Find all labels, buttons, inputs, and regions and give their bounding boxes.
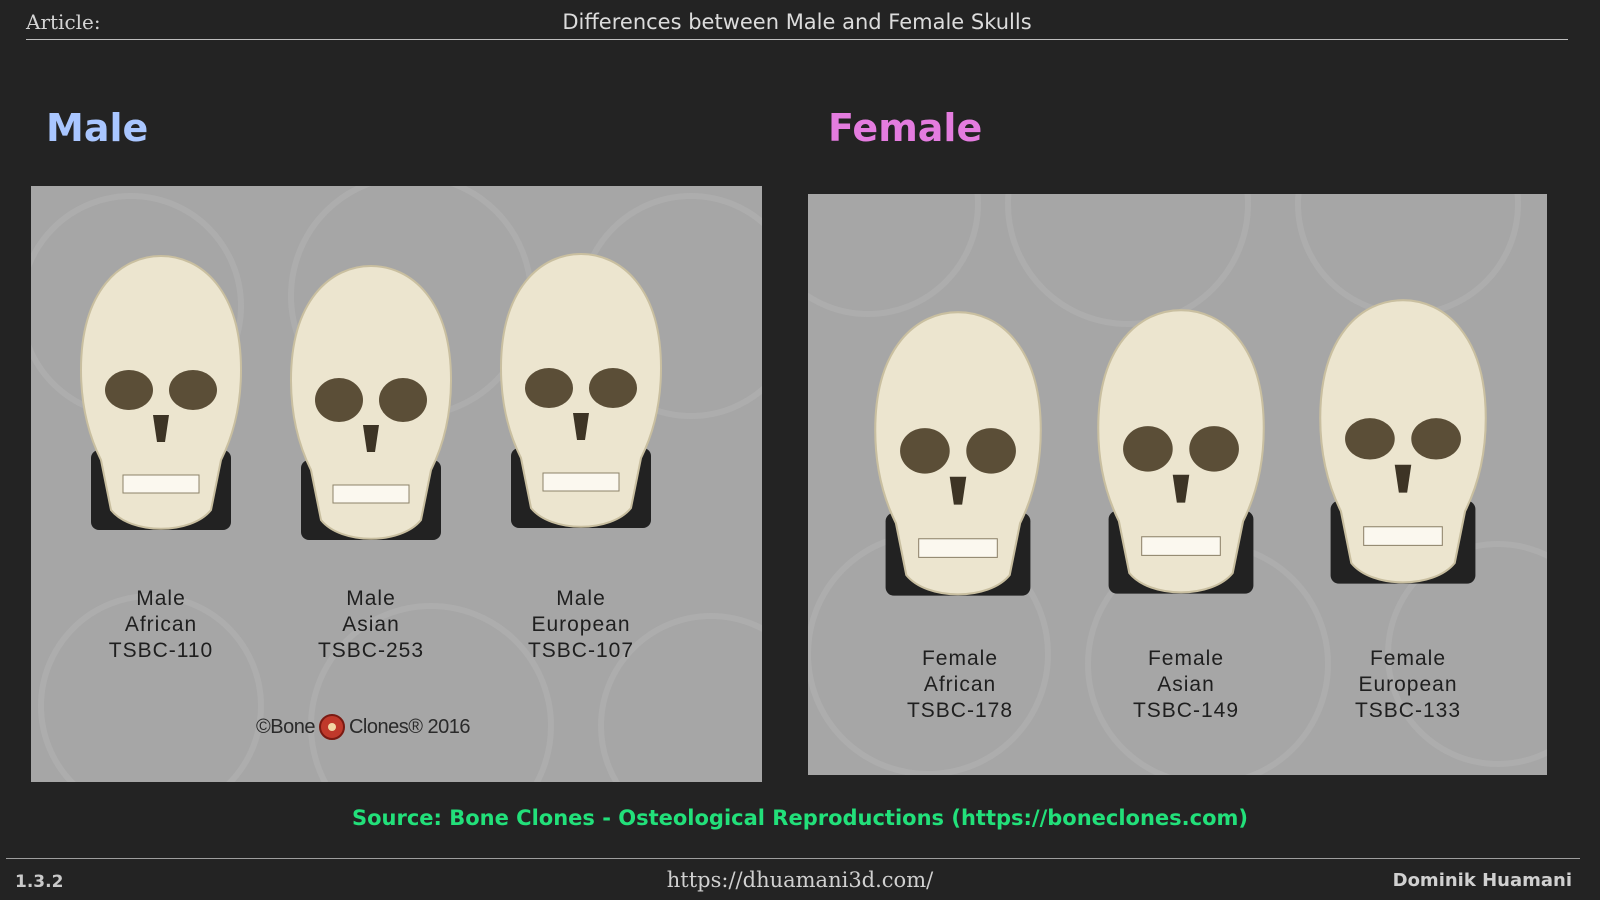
skull-label-female-european: Female European TSBC-133 (1328, 646, 1488, 724)
skull-label-female-african: Female African TSBC-178 (880, 646, 1040, 724)
skull-sex: Female (1147, 647, 1225, 670)
skull-catalog-number: TSBC-107 (527, 639, 635, 662)
skull-sex: Male (136, 587, 186, 610)
skull-ancestry: African (923, 673, 997, 696)
copyright-notice: ©Bone Clones® 2016 (256, 714, 556, 740)
footer-divider (6, 858, 1580, 859)
skull-ancestry: African (124, 613, 198, 636)
skull-ancestry: Asian (342, 613, 400, 636)
skull-catalog-number: TSBC-110 (108, 639, 214, 662)
footer-url-link[interactable]: https://dhuamani3d.com/ (0, 868, 1600, 892)
skull-catalog-number: TSBC-149 (1132, 699, 1240, 722)
copyright-suffix: Clones® 2016 (348, 715, 471, 738)
skull-ancestry: European (1358, 673, 1458, 696)
bone-clones-logo-icon (318, 714, 345, 740)
copyright-prefix: ©Bone (256, 715, 315, 738)
skull-catalog-number: TSBC-253 (317, 639, 425, 662)
male-skulls-photo: Male African TSBC-110 Male Asian TSBC-25… (31, 186, 762, 782)
skull-sex: Male (556, 587, 606, 610)
skull-sex: Male (346, 587, 396, 610)
female-section-title: Female (828, 106, 983, 150)
skull-catalog-number: TSBC-178 (906, 699, 1014, 722)
header: Article: Differences between Male and Fe… (26, 0, 1568, 40)
page-title: Differences between Male and Female Skul… (562, 10, 1032, 34)
female-skulls-photo: Female African TSBC-178 Female Asian TSB… (808, 194, 1547, 775)
skull-sex: Female (1369, 647, 1447, 670)
male-section-title: Male (46, 106, 149, 150)
skull-label-male-asian: Male Asian TSBC-253 (301, 586, 441, 664)
skull-ancestry: Asian (1157, 673, 1215, 696)
skull-label-female-asian: Female Asian TSBC-149 (1106, 646, 1266, 724)
author-name: Dominik Huamani (1392, 870, 1572, 891)
source-credit: Source: Bone Clones - Osteological Repro… (351, 806, 1249, 830)
skull-sex: Female (921, 647, 999, 670)
skull-catalog-number: TSBC-133 (1354, 699, 1462, 722)
skull-label-male-african: Male African TSBC-110 (91, 586, 231, 664)
skull-ancestry: European (531, 613, 631, 636)
skull-label-male-european: Male European TSBC-107 (511, 586, 651, 664)
